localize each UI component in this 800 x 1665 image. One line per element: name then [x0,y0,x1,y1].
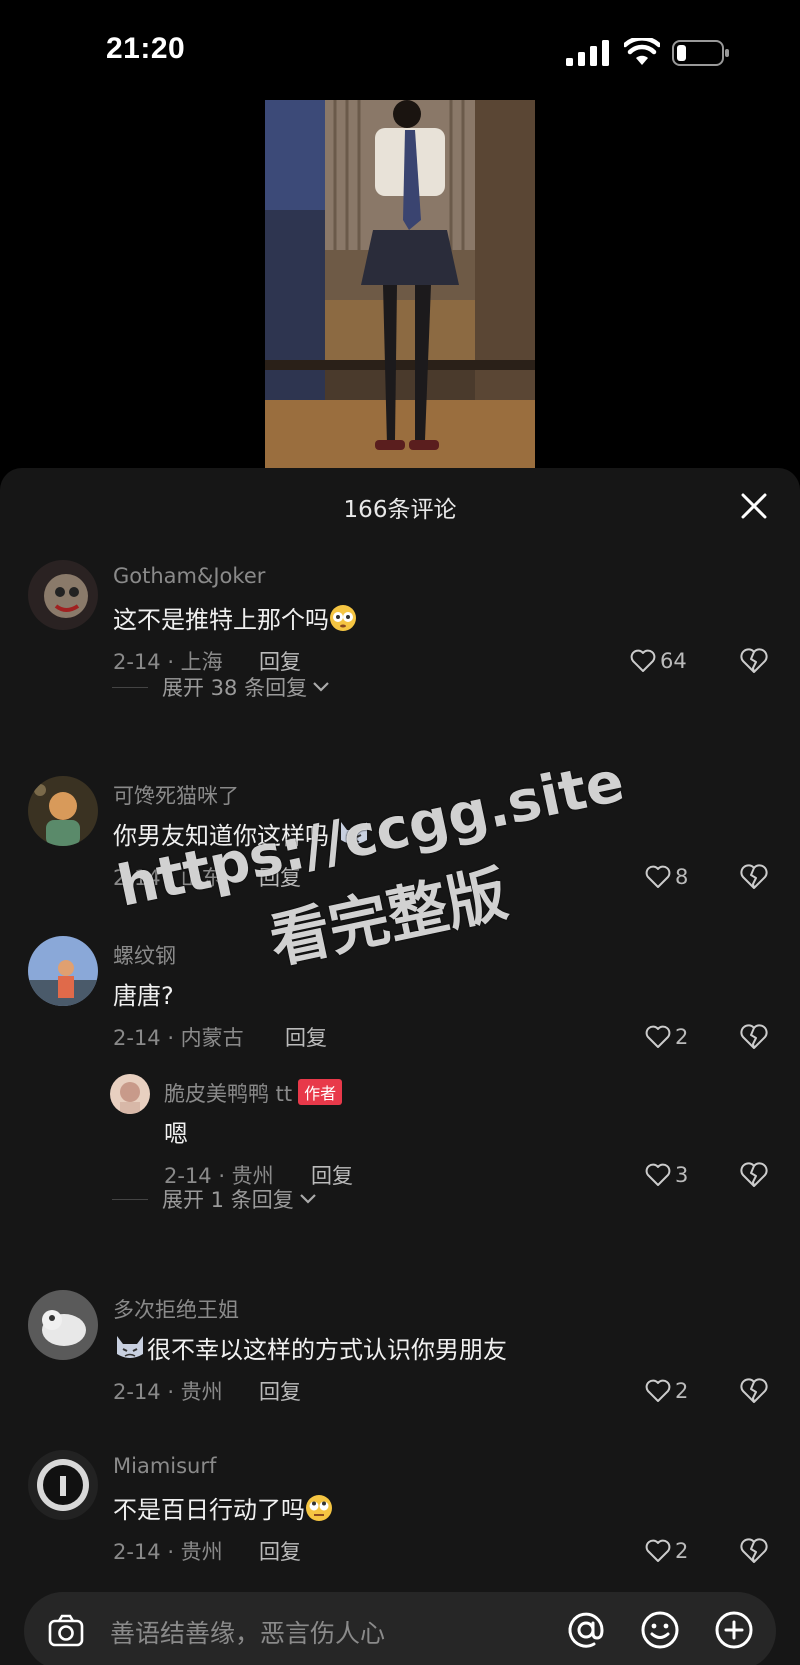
author-badge: 作者 [298,1079,343,1105]
like-button[interactable]: 8 [645,862,688,892]
chevron-down-icon [313,682,329,692]
broken-heart-icon[interactable] [740,1024,768,1050]
like-count: 8 [675,865,689,889]
heart-icon [630,649,656,672]
reply-button[interactable]: 回复 [285,1022,327,1052]
like-count: 64 [660,649,687,673]
cat-emoji-icon [340,822,367,844]
comment-input-bar[interactable]: 善语结善缘，恶言伤人心 [24,1592,776,1665]
flushed-emoji-icon [330,605,356,631]
avatar[interactable] [28,776,98,846]
like-count: 2 [675,1539,689,1563]
like-count: 2 [675,1379,689,1403]
broken-heart-icon[interactable] [740,1538,768,1564]
wifi-icon [624,38,660,65]
expand-replies-button[interactable]: 展开 1 条回复 [112,1184,318,1214]
reply-button[interactable]: 回复 [259,862,301,892]
heart-icon [645,1163,671,1186]
expand-replies-button[interactable]: 展开 38 条回复 [112,672,331,702]
like-button[interactable]: 2 [645,1376,688,1406]
like-button[interactable]: 2 [645,1022,688,1052]
like-count: 3 [675,1163,689,1187]
broken-heart-icon[interactable] [740,648,768,674]
at-icon[interactable] [564,1608,608,1652]
comment-text: 这不是推特上那个吗 [113,600,357,635]
comment-text: 唐唐? [113,982,174,1010]
emoji-icon[interactable] [638,1608,682,1652]
username[interactable]: Miamisurf [113,1454,216,1478]
video-thumbnail[interactable] [265,100,535,468]
avatar[interactable] [28,1450,98,1520]
like-button[interactable]: 64 [630,646,687,676]
username[interactable]: Gotham&Joker [113,564,265,588]
broken-heart-icon[interactable] [740,864,768,890]
comment-text: 你男友知道你这样吗 [113,816,371,851]
comment-text: 嗯 [164,1120,188,1148]
username[interactable]: 多次拒绝王姐 [113,1294,239,1324]
comment-meta: 2-14 · 贵州 [113,1540,223,1564]
username[interactable]: 可馋死猫咪了 [113,780,239,810]
avatar[interactable] [28,560,98,630]
broken-heart-icon[interactable] [740,1378,768,1404]
like-button[interactable]: 2 [645,1536,688,1566]
signal-icon [566,40,609,66]
battery-icon [672,40,729,66]
heart-icon [645,1025,671,1048]
comment-text: 不是百日行动了吗 [113,1490,333,1525]
status-time: 21:20 [106,32,186,65]
heart-icon [645,865,671,888]
close-icon[interactable] [738,490,770,522]
comment-meta: 2-14 · 贵州 [113,1380,223,1404]
comment-count-title: 166条评论 [343,497,457,523]
avatar[interactable] [28,1290,98,1360]
like-button[interactable]: 3 [645,1160,688,1190]
username[interactable]: 脆皮美鸭鸭 tt 作者 [164,1078,343,1108]
camera-icon[interactable] [46,1610,86,1650]
video-frame-image [265,100,535,468]
username[interactable]: 螺纹钢 [113,940,176,970]
chevron-down-icon [299,1194,316,1204]
eye-roll-emoji-icon [306,1495,332,1521]
reply-button[interactable]: 回复 [259,1536,301,1566]
cat-emoji-icon [117,1336,143,1358]
like-count: 2 [675,1025,689,1049]
comment-meta: 2-14 · 山东 [113,866,223,890]
comment-sheet: 166条评论 Gotham&Joker 这不是推特上那个吗 2-14 · 上海 … [0,468,800,1665]
heart-icon [645,1379,671,1402]
comment-meta: 2-14 · 内蒙古 [113,1026,244,1050]
avatar[interactable] [28,936,98,1006]
avatar[interactable] [110,1074,150,1114]
comment-text: 很不幸以这样的方式认识你男朋友 [113,1330,507,1365]
broken-heart-icon[interactable] [740,1162,768,1188]
heart-icon [645,1539,671,1562]
plus-icon[interactable] [712,1608,756,1652]
reply-button[interactable]: 回复 [259,1376,301,1406]
status-bar: 21:20 [0,0,800,100]
comment-input[interactable]: 善语结善缘，恶言伤人心 [110,1614,385,1650]
